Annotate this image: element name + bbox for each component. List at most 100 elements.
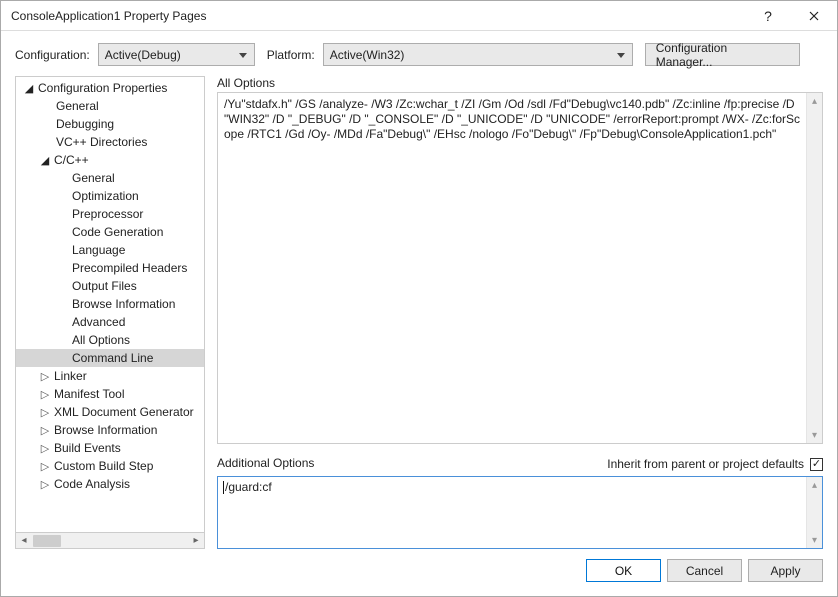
tree-label: Output Files [70, 279, 139, 293]
tree-node-ccpp-general[interactable]: General [16, 169, 204, 187]
cancel-button[interactable]: Cancel [667, 559, 742, 582]
all-options-vertical-scrollbar[interactable]: ▴ ▾ [806, 93, 822, 443]
collapse-icon: ▷ [38, 424, 52, 437]
tree-label: All Options [70, 333, 132, 347]
scroll-up-icon: ▴ [807, 477, 822, 493]
inherit-checkbox-row[interactable]: Inherit from parent or project defaults … [607, 457, 823, 471]
tree-node-ccpp[interactable]: ◢ C/C++ [16, 151, 204, 169]
configuration-manager-button[interactable]: Configuration Manager... [645, 43, 800, 66]
window-title: ConsoleApplication1 Property Pages [11, 9, 745, 23]
tree-node-configuration-properties[interactable]: ◢ Configuration Properties [16, 79, 204, 97]
tree-panel: ◢ Configuration Properties General Debug… [15, 76, 205, 549]
titlebar: ConsoleApplication1 Property Pages ? [1, 1, 837, 31]
tree-node-manifest-tool[interactable]: ▷Manifest Tool [16, 385, 204, 403]
tree-node-vcpp-directories[interactable]: VC++ Directories [16, 133, 204, 151]
tree-label: Browse Information [70, 297, 177, 311]
tree-node-ccpp-output-files[interactable]: Output Files [16, 277, 204, 295]
additional-options-value: /guard:cf [225, 480, 272, 494]
tree-node-ccpp-preprocessor[interactable]: Preprocessor [16, 205, 204, 223]
tree-label: Advanced [70, 315, 127, 329]
collapse-icon: ▷ [38, 460, 52, 473]
collapse-icon: ▷ [38, 442, 52, 455]
tree-label: Precompiled Headers [70, 261, 189, 275]
tree-label: Build Events [52, 441, 123, 455]
expand-icon: ◢ [38, 154, 52, 167]
additional-options-text: /guard:cf [218, 477, 822, 497]
configuration-select[interactable]: Active(Debug) [98, 43, 255, 66]
tree-label: XML Document Generator [52, 405, 196, 419]
tree-horizontal-scrollbar[interactable]: ◂ ▸ [15, 533, 205, 549]
all-options-text: /Yu"stdafx.h" /GS /analyze- /W3 /Zc:wcha… [218, 93, 822, 146]
platform-select[interactable]: Active(Win32) [323, 43, 633, 66]
collapse-icon: ▷ [38, 388, 52, 401]
tree-label: Command Line [70, 351, 155, 365]
tree-label: C/C++ [52, 153, 91, 167]
tree-label: Optimization [70, 189, 141, 203]
body: ◢ Configuration Properties General Debug… [1, 76, 837, 549]
additional-options-header: Additional Options Inherit from parent o… [217, 456, 823, 472]
close-button[interactable] [791, 1, 837, 31]
tree-node-build-events[interactable]: ▷Build Events [16, 439, 204, 457]
property-tree[interactable]: ◢ Configuration Properties General Debug… [15, 76, 205, 533]
tree-node-code-analysis[interactable]: ▷Code Analysis [16, 475, 204, 493]
cancel-label: Cancel [686, 564, 723, 578]
tree-label: General [70, 171, 117, 185]
tree-label: Code Generation [70, 225, 165, 239]
inherit-label: Inherit from parent or project defaults [607, 457, 804, 471]
all-options-label: All Options [217, 76, 823, 90]
apply-button[interactable]: Apply [748, 559, 823, 582]
configuration-label: Configuration: [15, 48, 90, 62]
tree-label: Configuration Properties [36, 81, 169, 95]
tree-label: Debugging [54, 117, 116, 131]
tree-label: VC++ Directories [54, 135, 149, 149]
tree-node-general[interactable]: General [16, 97, 204, 115]
tree-label: Language [70, 243, 127, 257]
additional-options-vertical-scrollbar[interactable]: ▴ ▾ [806, 477, 822, 548]
tree-label: Preprocessor [70, 207, 145, 221]
platform-label: Platform: [267, 48, 315, 62]
collapse-icon: ▷ [38, 406, 52, 419]
inherit-checkbox[interactable]: ✓ [810, 458, 823, 471]
tree-node-ccpp-code-generation[interactable]: Code Generation [16, 223, 204, 241]
close-icon [809, 11, 819, 21]
tree-node-custom-build-step[interactable]: ▷Custom Build Step [16, 457, 204, 475]
scroll-left-icon: ◂ [16, 534, 32, 548]
right-panel: All Options /Yu"stdafx.h" /GS /analyze- … [205, 76, 823, 549]
tree-label: Custom Build Step [52, 459, 155, 473]
tree-node-xml-document-generator[interactable]: ▷XML Document Generator [16, 403, 204, 421]
ok-button[interactable]: OK [586, 559, 661, 582]
tree-node-ccpp-precompiled-headers[interactable]: Precompiled Headers [16, 259, 204, 277]
scroll-up-icon: ▴ [807, 93, 822, 109]
apply-label: Apply [770, 564, 800, 578]
tree-label: Code Analysis [52, 477, 132, 491]
additional-options-input[interactable]: /guard:cf ▴ ▾ [217, 476, 823, 549]
scroll-down-icon: ▾ [807, 427, 822, 443]
property-pages-window: ConsoleApplication1 Property Pages ? Con… [0, 0, 838, 597]
tree-node-linker[interactable]: ▷Linker [16, 367, 204, 385]
additional-options-label: Additional Options [217, 456, 314, 470]
tree-node-ccpp-command-line[interactable]: Command Line [16, 349, 204, 367]
tree-node-ccpp-browse-information[interactable]: Browse Information [16, 295, 204, 313]
configuration-manager-label: Configuration Manager... [656, 41, 787, 69]
help-button[interactable]: ? [745, 1, 791, 31]
tree-node-browse-information[interactable]: ▷Browse Information [16, 421, 204, 439]
tree-node-ccpp-optimization[interactable]: Optimization [16, 187, 204, 205]
scroll-right-icon: ▸ [188, 534, 204, 548]
all-options-box[interactable]: /Yu"stdafx.h" /GS /analyze- /W3 /Zc:wcha… [217, 92, 823, 444]
tree-node-ccpp-language[interactable]: Language [16, 241, 204, 259]
tree-label: Browse Information [52, 423, 159, 437]
collapse-icon: ▷ [38, 370, 52, 383]
tree-node-ccpp-all-options[interactable]: All Options [16, 331, 204, 349]
tree-label: General [54, 99, 101, 113]
footer: OK Cancel Apply [1, 549, 837, 596]
tree-label: Manifest Tool [52, 387, 126, 401]
tree-node-ccpp-advanced[interactable]: Advanced [16, 313, 204, 331]
ok-label: OK [615, 564, 632, 578]
expand-icon: ◢ [22, 82, 36, 95]
scroll-thumb[interactable] [33, 535, 61, 547]
config-row: Configuration: Active(Debug) Platform: A… [1, 31, 837, 76]
tree-label: Linker [52, 369, 89, 383]
collapse-icon: ▷ [38, 478, 52, 491]
tree-node-debugging[interactable]: Debugging [16, 115, 204, 133]
platform-value: Active(Win32) [330, 48, 405, 62]
